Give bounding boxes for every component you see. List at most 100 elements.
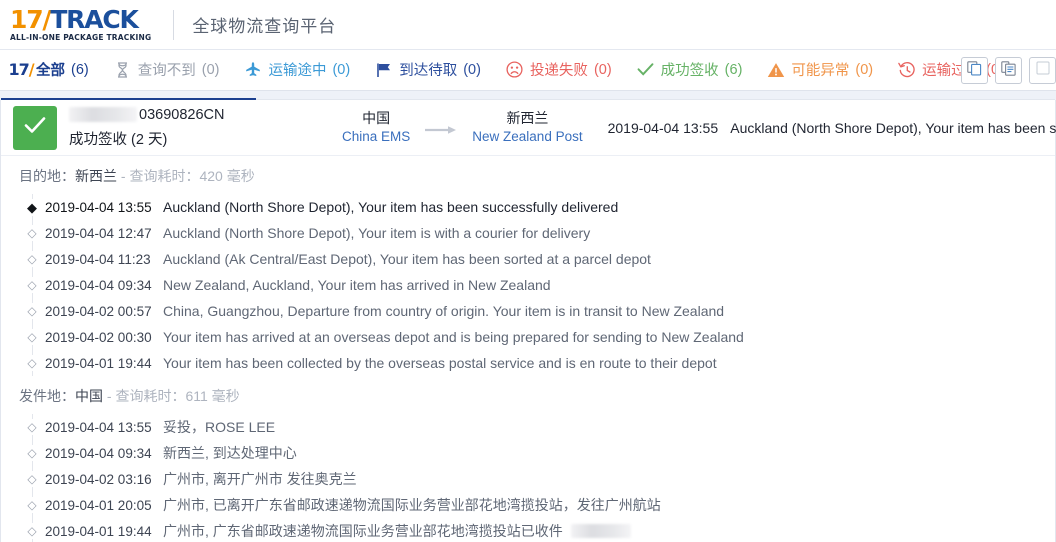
tracking-number-visible: 03690826CN [139, 106, 225, 123]
event-date: 2019-04-02 00:30 [45, 329, 152, 345]
diamond-filled-icon: ◆ [26, 198, 38, 216]
event-text: Your item has been collected by the over… [163, 355, 717, 371]
event-date: 2019-04-02 00:57 [45, 303, 152, 319]
event-list-destination: ◆ 2019-04-04 13:55 Auckland (North Shore… [1, 194, 1055, 376]
event-date: 2019-04-01 19:44 [45, 523, 152, 539]
event-date: 2019-04-01 20:05 [45, 497, 152, 513]
more-icon [1036, 61, 1050, 80]
event-text: 新西兰, 到达处理中心 [163, 445, 297, 461]
check-icon [637, 61, 655, 79]
section-label: 发件地 [19, 388, 61, 404]
brand-logo[interactable]: 17/TRACK ALL-IN-ONE PACKAGE TRACKING [10, 7, 151, 42]
tab-notfound-count: (0) [201, 61, 220, 78]
toolbar-actions [961, 57, 1056, 84]
site-tagline: 全球物流查询平台 [192, 17, 337, 36]
arrow-right-icon [424, 114, 458, 140]
event-row: ◇ 2019-04-02 00:57 China, Guangzhou, Dep… [19, 298, 1055, 324]
tab-pickup-count: (0) [463, 61, 481, 78]
event-text: Auckland (North Shore Depot), Your item … [163, 199, 619, 215]
tab-delivered-count: (6) [724, 61, 743, 78]
section-header-origin: 发件地：中国 - 查询耗时：611 毫秒 [1, 376, 1055, 414]
timeline-dot-cell: ◇ [19, 414, 45, 440]
tab-pickup[interactable]: 到达待取 (0) [375, 59, 481, 81]
tab-alert-count: (0) [855, 61, 874, 78]
check-icon [24, 116, 46, 139]
tracking-detail: 目的地：新西兰 - 查询耗时：420 毫秒 ◆ 2019-04-04 13:55… [1, 156, 1055, 542]
event-row: ◇ 2019-04-04 13:55 妥投，ROSE LEE [19, 414, 1055, 440]
tracking-number[interactable]: 03690826CN [69, 107, 284, 123]
tab-all[interactable]: 17/ 全部 (6) [8, 59, 88, 81]
diamond-hollow-icon: ◇ [26, 251, 38, 267]
site-header: 17/TRACK ALL-IN-ONE PACKAGE TRACKING 全球物… [0, 0, 1056, 50]
event-date: 2019-04-04 13:55 [45, 419, 152, 435]
event-text: Your item has arrived at an overseas dep… [163, 329, 744, 345]
hourglass-icon [114, 61, 132, 79]
diamond-hollow-icon: ◇ [26, 471, 38, 487]
event-row: ◇ 2019-04-02 03:16 广州市, 离开广州市 发往奥克兰 [19, 466, 1055, 492]
event-row: ◇ 2019-04-04 09:34 新西兰, 到达处理中心 [19, 440, 1055, 466]
event-row: ◇ 2019-04-02 00:30 Your item has arrived… [19, 324, 1055, 350]
event-row: ◇ 2019-04-01 19:44 广州市, 广东省邮政速递物流国际业务营业部… [19, 518, 1055, 542]
warning-triangle-icon [767, 61, 785, 79]
result-summary-row[interactable]: 03690826CN 成功签收 (2 天) 中国 China EMS 新西兰 N… [1, 100, 1056, 156]
diamond-hollow-icon: ◇ [26, 277, 38, 293]
section-separator: ： [61, 388, 75, 404]
event-row: ◇ 2019-04-04 11:23 Auckland (Ak Central/… [19, 246, 1055, 272]
more-actions-button[interactable] [1029, 57, 1056, 84]
status-filter-tabbar: 17/ 全部 (6) 查询不到 (0) 运输途中 (0) 到达待取 (0) 投递失败 (0… [0, 50, 1056, 91]
diamond-hollow-icon: ◇ [26, 445, 38, 461]
copy-tracking-numbers-button[interactable] [961, 57, 988, 84]
event-date: 2019-04-04 09:34 [45, 445, 152, 461]
tab-all-label: 全部 [36, 63, 65, 79]
timeline-dot-cell: ◇ [19, 272, 45, 298]
event-text: Auckland (Ak Central/East Depot), Your i… [163, 251, 651, 267]
event-text: 广州市, 离开广州市 发往奥克兰 [163, 471, 357, 487]
tab-transit-label: 运输途中 [268, 63, 327, 79]
destination-country: 新西兰 [506, 109, 549, 126]
logo-17-text: 17 [10, 5, 44, 35]
timeline-dot-cell: ◇ [19, 220, 45, 246]
redacted-tracking-prefix [69, 107, 137, 122]
event-row: ◇ 2019-04-01 19:44 Your item has been co… [19, 350, 1055, 376]
tab-delivered-label: 成功签收 [660, 63, 719, 79]
latest-event-text: Auckland (North Shore Depot), Your item … [730, 119, 1056, 136]
event-row: ◇ 2019-04-04 12:47 Auckland (North Shore… [19, 220, 1055, 246]
copy-results-button[interactable] [995, 57, 1022, 84]
diamond-hollow-icon: ◇ [26, 329, 38, 345]
event-date: 2019-04-04 11:23 [45, 251, 151, 267]
event-date: 2019-04-04 09:34 [45, 277, 152, 293]
tab-transit[interactable]: 运输途中 (0) [244, 59, 350, 81]
tab-notfound[interactable]: 查询不到 (0) [114, 59, 220, 81]
latest-event-date: 2019-04-04 13:55 [607, 119, 719, 136]
diamond-hollow-icon: ◇ [26, 225, 38, 241]
destination-block[interactable]: 新西兰 New Zealand Post [472, 109, 582, 146]
tab-failed[interactable]: 投递失败 (0) [506, 59, 612, 81]
origin-carrier: China EMS [342, 128, 411, 144]
latest-event: 2019-04-04 13:55 Auckland (North Shore D… [608, 120, 1056, 136]
event-text: 广州市, 广东省邮政速递物流国际业务营业部花地湾揽投站已收件 [163, 521, 631, 541]
timeline-dot-cell: ◆ [19, 194, 45, 220]
event-row: ◇ 2019-04-01 20:05 广州市, 已离开广东省邮政速递物流国际业务… [19, 492, 1055, 518]
airplane-icon [244, 61, 262, 79]
event-text-value: 广州市, 广东省邮政速递物流国际业务营业部花地湾揽投站已收件 [163, 523, 563, 539]
timeline-dot-cell: ◇ [19, 324, 45, 350]
diamond-hollow-icon: ◇ [26, 497, 38, 513]
tab-failed-label: 投递失败 [529, 63, 588, 79]
origin-block[interactable]: 中国 China EMS [342, 109, 410, 146]
tab-delivered[interactable]: 成功签收 (6) [637, 59, 743, 81]
event-date: 2019-04-04 12:47 [45, 225, 152, 241]
diamond-hollow-icon: ◇ [26, 355, 38, 371]
tab-alert[interactable]: 可能异常 (0) [767, 59, 873, 81]
active-card-accent [1, 98, 256, 100]
diamond-hollow-icon: ◇ [26, 523, 38, 539]
flag-icon [375, 61, 393, 79]
origin-country: 中国 [362, 109, 391, 126]
sad-face-icon [506, 61, 524, 79]
results-area: 03690826CN 成功签收 (2 天) 中国 China EMS 新西兰 N… [0, 91, 1056, 542]
copy-document-icon [1001, 60, 1016, 81]
section-elapsed: - 查询耗时：611 毫秒 [106, 388, 240, 404]
event-date: 2019-04-02 03:16 [45, 471, 152, 487]
event-text: Auckland (North Shore Depot), Your item … [163, 225, 591, 241]
section-place: 中国 [75, 388, 103, 404]
destination-carrier: New Zealand Post [472, 128, 583, 144]
